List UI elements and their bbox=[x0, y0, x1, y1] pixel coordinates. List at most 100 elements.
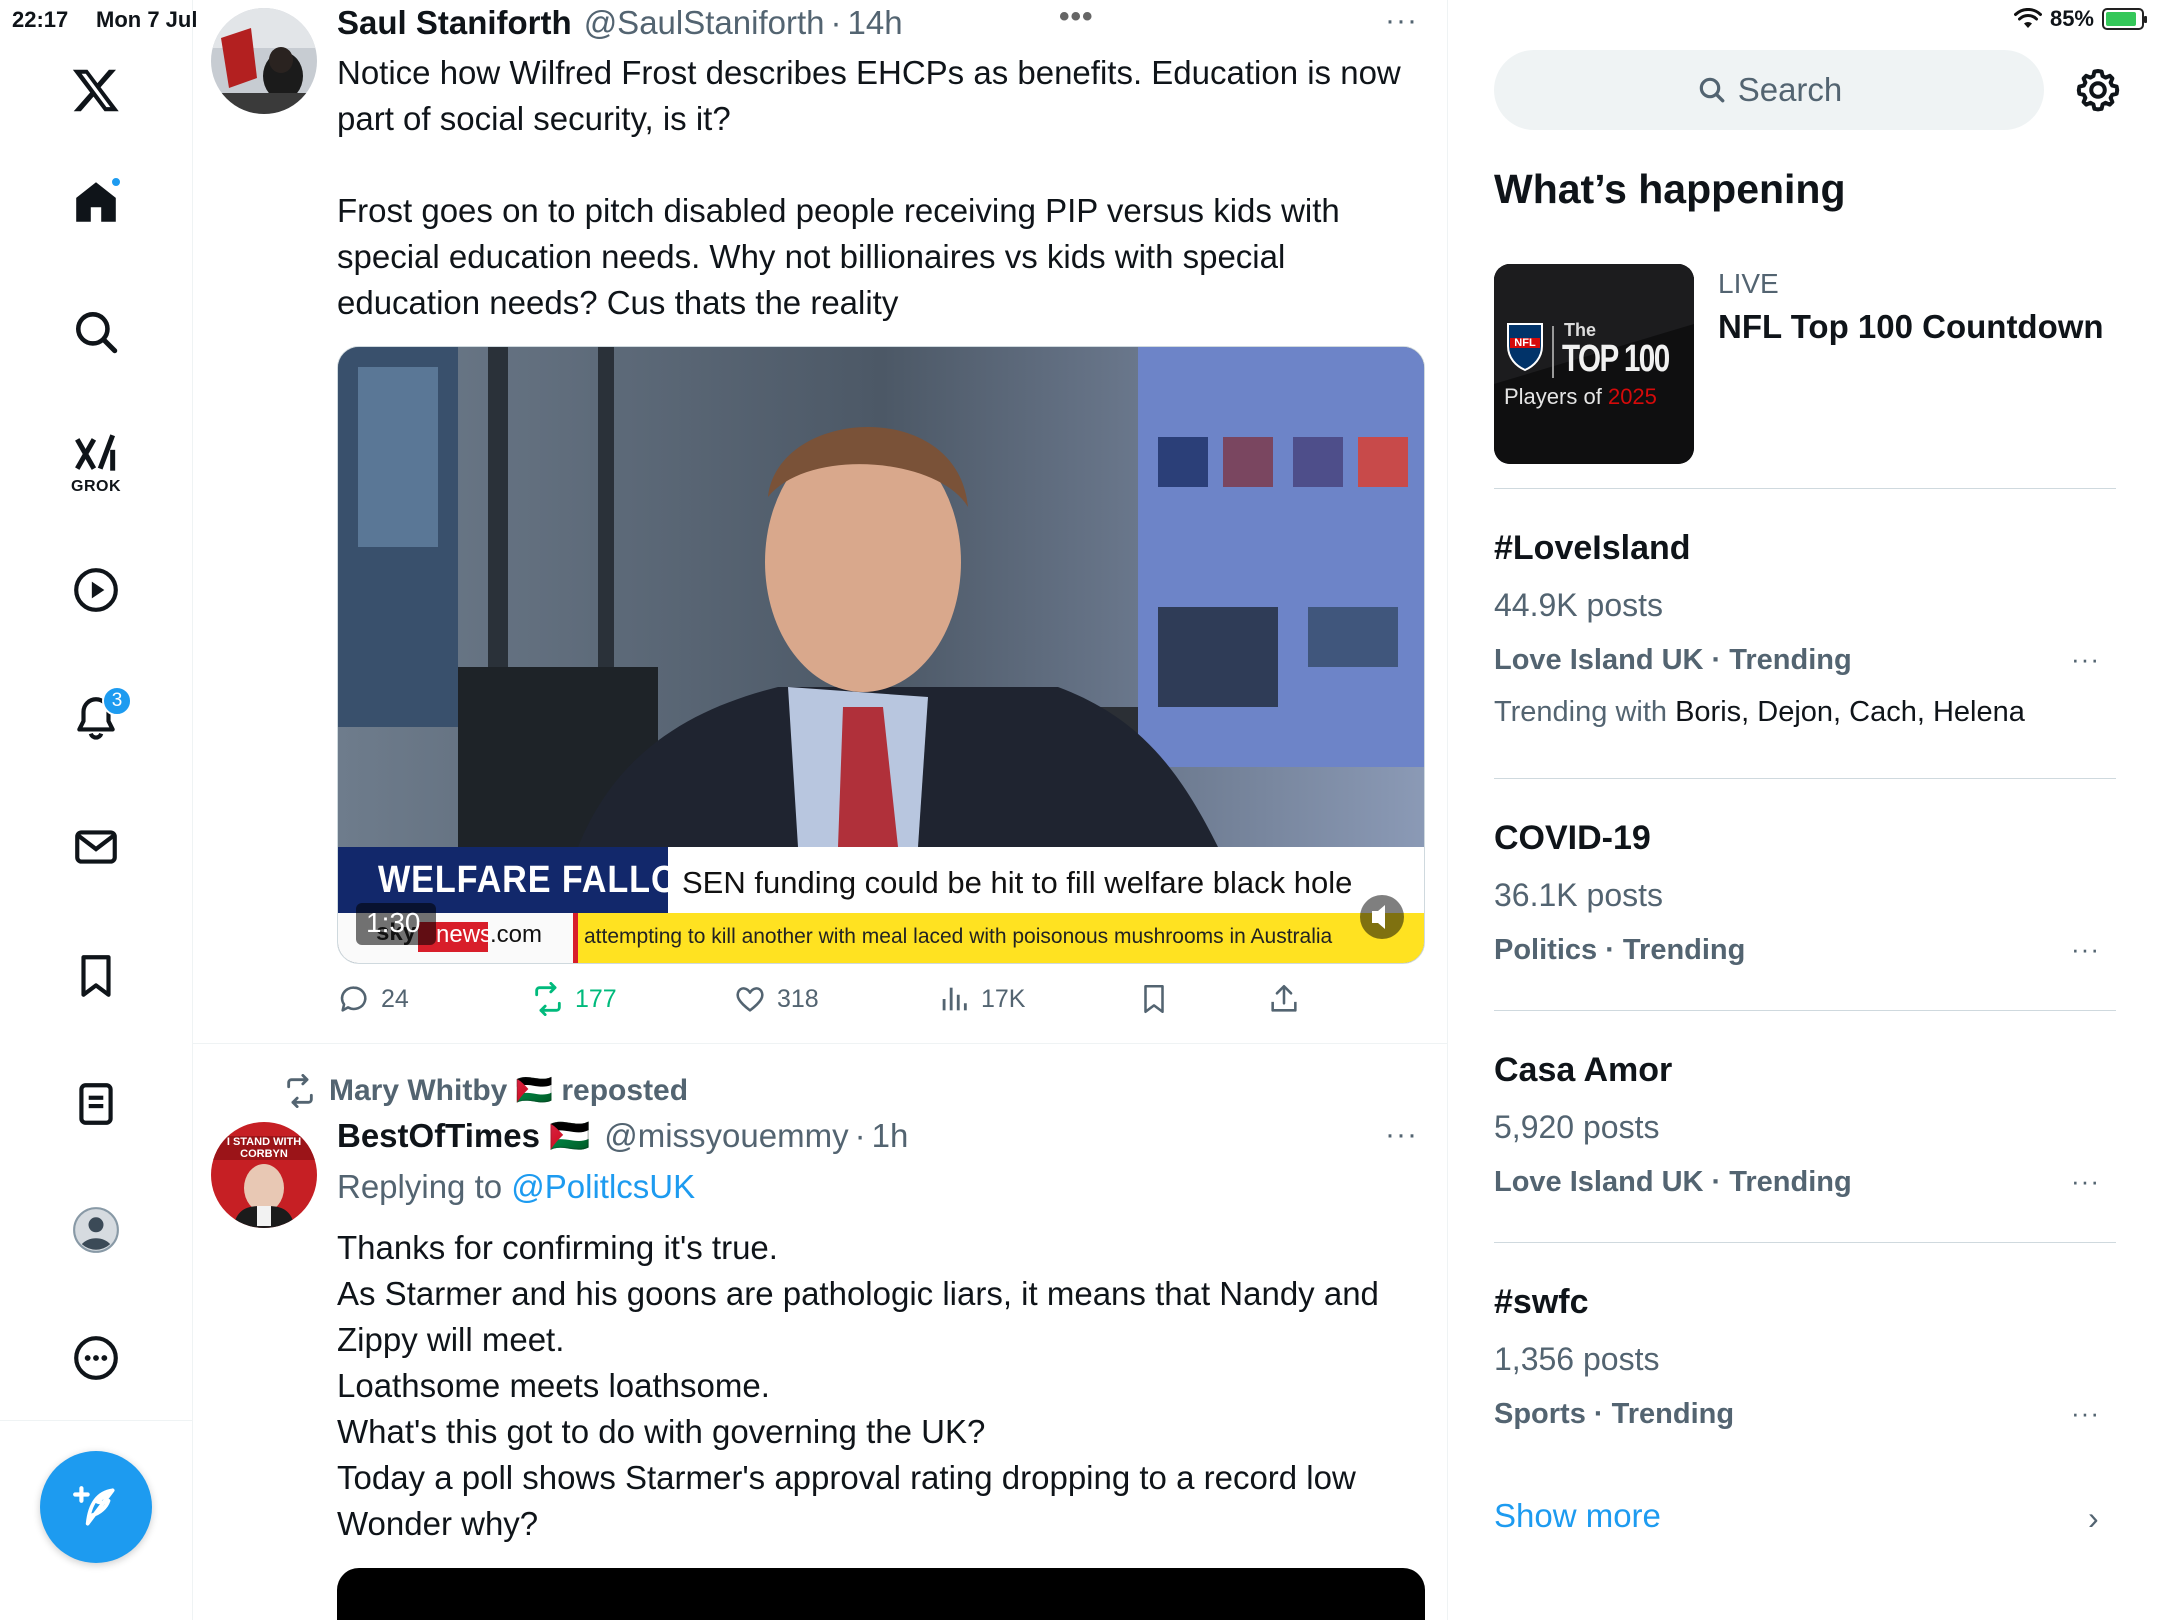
bookmark-icon bbox=[81, 955, 111, 997]
profile-nav-item[interactable] bbox=[64, 1198, 128, 1262]
drag-handle-dots[interactable]: ••• bbox=[1059, 0, 1094, 34]
trend-item[interactable]: COVID-19 36.1K posts Politics · Trending… bbox=[1494, 779, 2116, 1011]
tweet-more-button[interactable]: ··· bbox=[1385, 1118, 1418, 1152]
list-icon bbox=[79, 1083, 113, 1125]
notifications-nav-item[interactable]: 3 bbox=[64, 686, 132, 750]
trend-more-button[interactable]: ··· bbox=[2071, 1166, 2100, 1197]
messages-nav-item[interactable] bbox=[64, 815, 128, 879]
avatar[interactable]: I STAND WITH CORBYN bbox=[211, 1122, 317, 1228]
search-input[interactable]: Search bbox=[1494, 50, 2044, 130]
video-banner-left: WELFARE FALLOUT bbox=[378, 859, 726, 901]
trend-more-button[interactable]: ··· bbox=[2071, 1398, 2100, 1429]
author-handle[interactable]: @missyouemmy bbox=[604, 1117, 848, 1155]
views-count: 17K bbox=[981, 984, 1026, 1013]
repost-indicator: Mary Whitby 🇵🇸 reposted bbox=[283, 1073, 688, 1108]
more-circle-icon bbox=[74, 1336, 118, 1380]
nfl-img-players-text: Players of bbox=[1504, 384, 1602, 409]
trending-with: Trending with Boris, Dejon, Cach, Helena bbox=[1494, 696, 2025, 729]
lists-nav-item[interactable] bbox=[64, 1072, 128, 1136]
tweet-time[interactable]: 1h bbox=[872, 1117, 909, 1155]
search-icon bbox=[76, 312, 118, 354]
header-separator: · bbox=[830, 4, 842, 41]
like-count: 318 bbox=[777, 984, 819, 1013]
video-nav-item[interactable] bbox=[64, 558, 128, 622]
explore-nav-item[interactable] bbox=[64, 300, 128, 364]
heart-icon bbox=[736, 987, 764, 1012]
tweet-header: BestOfTimes 🇵🇸 @missyouemmy · 1h bbox=[337, 1117, 908, 1156]
mute-icon[interactable] bbox=[1360, 895, 1404, 939]
author-name[interactable]: Saul Staniforth bbox=[337, 4, 572, 42]
share-icon bbox=[1271, 984, 1297, 1012]
trend-item[interactable]: Casa Amor 5,920 posts Love Island UK · T… bbox=[1494, 1011, 2116, 1243]
play-circle-icon bbox=[74, 568, 118, 612]
views-button[interactable]: 17K bbox=[937, 982, 1025, 1016]
trend-category: Politics · Trending bbox=[1494, 934, 1746, 966]
search-icon bbox=[1699, 77, 1725, 103]
reposted-by-text[interactable]: Mary Whitby 🇵🇸 reposted bbox=[329, 1073, 688, 1108]
compose-button[interactable] bbox=[40, 1451, 152, 1563]
tweet-text-paragraph-1: Notice how Wilfred Frost describes EHCPs… bbox=[337, 54, 1401, 137]
nfl-img-top100: TOP 100 bbox=[1562, 338, 1670, 380]
tweet-media-preview[interactable] bbox=[337, 1568, 1425, 1620]
avatar[interactable] bbox=[211, 8, 317, 114]
trending-with-names[interactable]: Boris, Dejon, Cach, Helena bbox=[1675, 696, 2025, 728]
tweet-line: What's this got to do with governing the… bbox=[337, 1413, 986, 1450]
trend-post-count: 5,920 posts bbox=[1494, 1109, 1660, 1145]
reply-icon bbox=[340, 986, 367, 1012]
trend-more-button[interactable]: ··· bbox=[2071, 644, 2100, 675]
replying-to-handle[interactable]: @PolitlcsUK bbox=[511, 1168, 695, 1205]
tweet-actions: 24 177 318 17K bbox=[337, 982, 1427, 1022]
trend-name: COVID-19 bbox=[1494, 819, 1651, 857]
tweet-saul-staniforth[interactable]: Saul Staniforth @SaulStaniforth · 14h ••… bbox=[193, 0, 1447, 1044]
right-sidebar: Search What’s happening NFL The TOP 100 … bbox=[1448, 0, 2160, 1620]
tweet-video[interactable]: WELFARE FALLOUT SEN funding could be hit… bbox=[337, 346, 1425, 964]
tweet-line: Today a poll shows Starmer's approval ra… bbox=[337, 1459, 1356, 1496]
trend-post-count: 36.1K posts bbox=[1494, 877, 1663, 913]
author-handle[interactable]: @SaulStaniforth bbox=[584, 4, 825, 42]
tweet-more-button[interactable]: ··· bbox=[1385, 4, 1418, 38]
trend-name: #swfc bbox=[1494, 1283, 1589, 1321]
repost-button[interactable]: 177 bbox=[531, 982, 617, 1016]
nfl-top-100-image: NFL The TOP 100 Players of 2025 bbox=[1494, 264, 1694, 464]
tweet-line: Wonder why? bbox=[337, 1505, 539, 1542]
trend-post-count: 1,356 posts bbox=[1494, 1341, 1660, 1377]
bookmark-button[interactable] bbox=[1137, 982, 1171, 1016]
tweet-text-paragraph-2: Frost goes on to pitch disabled people r… bbox=[337, 192, 1340, 321]
trend-item[interactable]: #LoveIsland 44.9K posts Love Island UK ·… bbox=[1494, 489, 2116, 779]
replying-to-line: Replying to @PolitlcsUK bbox=[337, 1168, 695, 1206]
main-feed: Saul Staniforth @SaulStaniforth · 14h ••… bbox=[193, 0, 1448, 1620]
grok-nav-item[interactable] bbox=[64, 422, 128, 486]
trend-item[interactable]: #swfc 1,356 posts Sports · Trending ··· bbox=[1494, 1243, 2116, 1463]
nfl-img-year: 2025 bbox=[1607, 384, 1657, 409]
share-button[interactable] bbox=[1267, 982, 1301, 1016]
grok-icon bbox=[75, 434, 116, 471]
repost-count: 177 bbox=[575, 984, 617, 1013]
show-more-link[interactable]: Show more bbox=[1494, 1497, 1661, 1535]
x-logo-icon[interactable] bbox=[64, 58, 128, 122]
settings-gear-icon[interactable] bbox=[2074, 66, 2122, 114]
trend-category: Love Island UK · Trending bbox=[1494, 1166, 1852, 1198]
reply-button[interactable]: 24 bbox=[337, 982, 409, 1016]
avatar-caption: I STAND WITH CORBYN bbox=[226, 1136, 302, 1160]
home-unread-dot bbox=[110, 176, 122, 188]
author-name[interactable]: BestOfTimes 🇵🇸 bbox=[337, 1117, 590, 1156]
more-nav-item[interactable] bbox=[64, 1326, 128, 1390]
tweet-header: Saul Staniforth @SaulStaniforth · 14h bbox=[337, 4, 903, 42]
home-nav-item[interactable] bbox=[64, 170, 128, 234]
live-event-nfl[interactable]: NFL The TOP 100 Players of 2025 LIVE NFL… bbox=[1494, 264, 2116, 489]
trend-more-button[interactable]: ··· bbox=[2071, 934, 2100, 965]
bookmarks-nav-item[interactable] bbox=[64, 944, 128, 1008]
video-banner-right: SEN funding could be hit to fill welfare… bbox=[682, 865, 1353, 900]
repost-small-icon bbox=[287, 1073, 313, 1108]
tweet-line: Thanks for confirming it's true. bbox=[337, 1229, 778, 1266]
nav-divider bbox=[0, 1420, 193, 1421]
tweet-time[interactable]: 14h bbox=[847, 4, 902, 42]
like-button[interactable]: 318 bbox=[733, 982, 819, 1016]
trend-name: #LoveIsland bbox=[1494, 529, 1691, 567]
reply-count: 24 bbox=[381, 984, 409, 1013]
video-ticker: attempting to kill another with meal lac… bbox=[584, 925, 1333, 948]
video-sky-dotcom: .com bbox=[490, 921, 543, 948]
live-title: NFL Top 100 Countdown bbox=[1718, 308, 2104, 345]
nfl-shield-text: NFL bbox=[1514, 337, 1536, 349]
tweet-body: Thanks for confirming it's true. As Star… bbox=[337, 1225, 1407, 1547]
